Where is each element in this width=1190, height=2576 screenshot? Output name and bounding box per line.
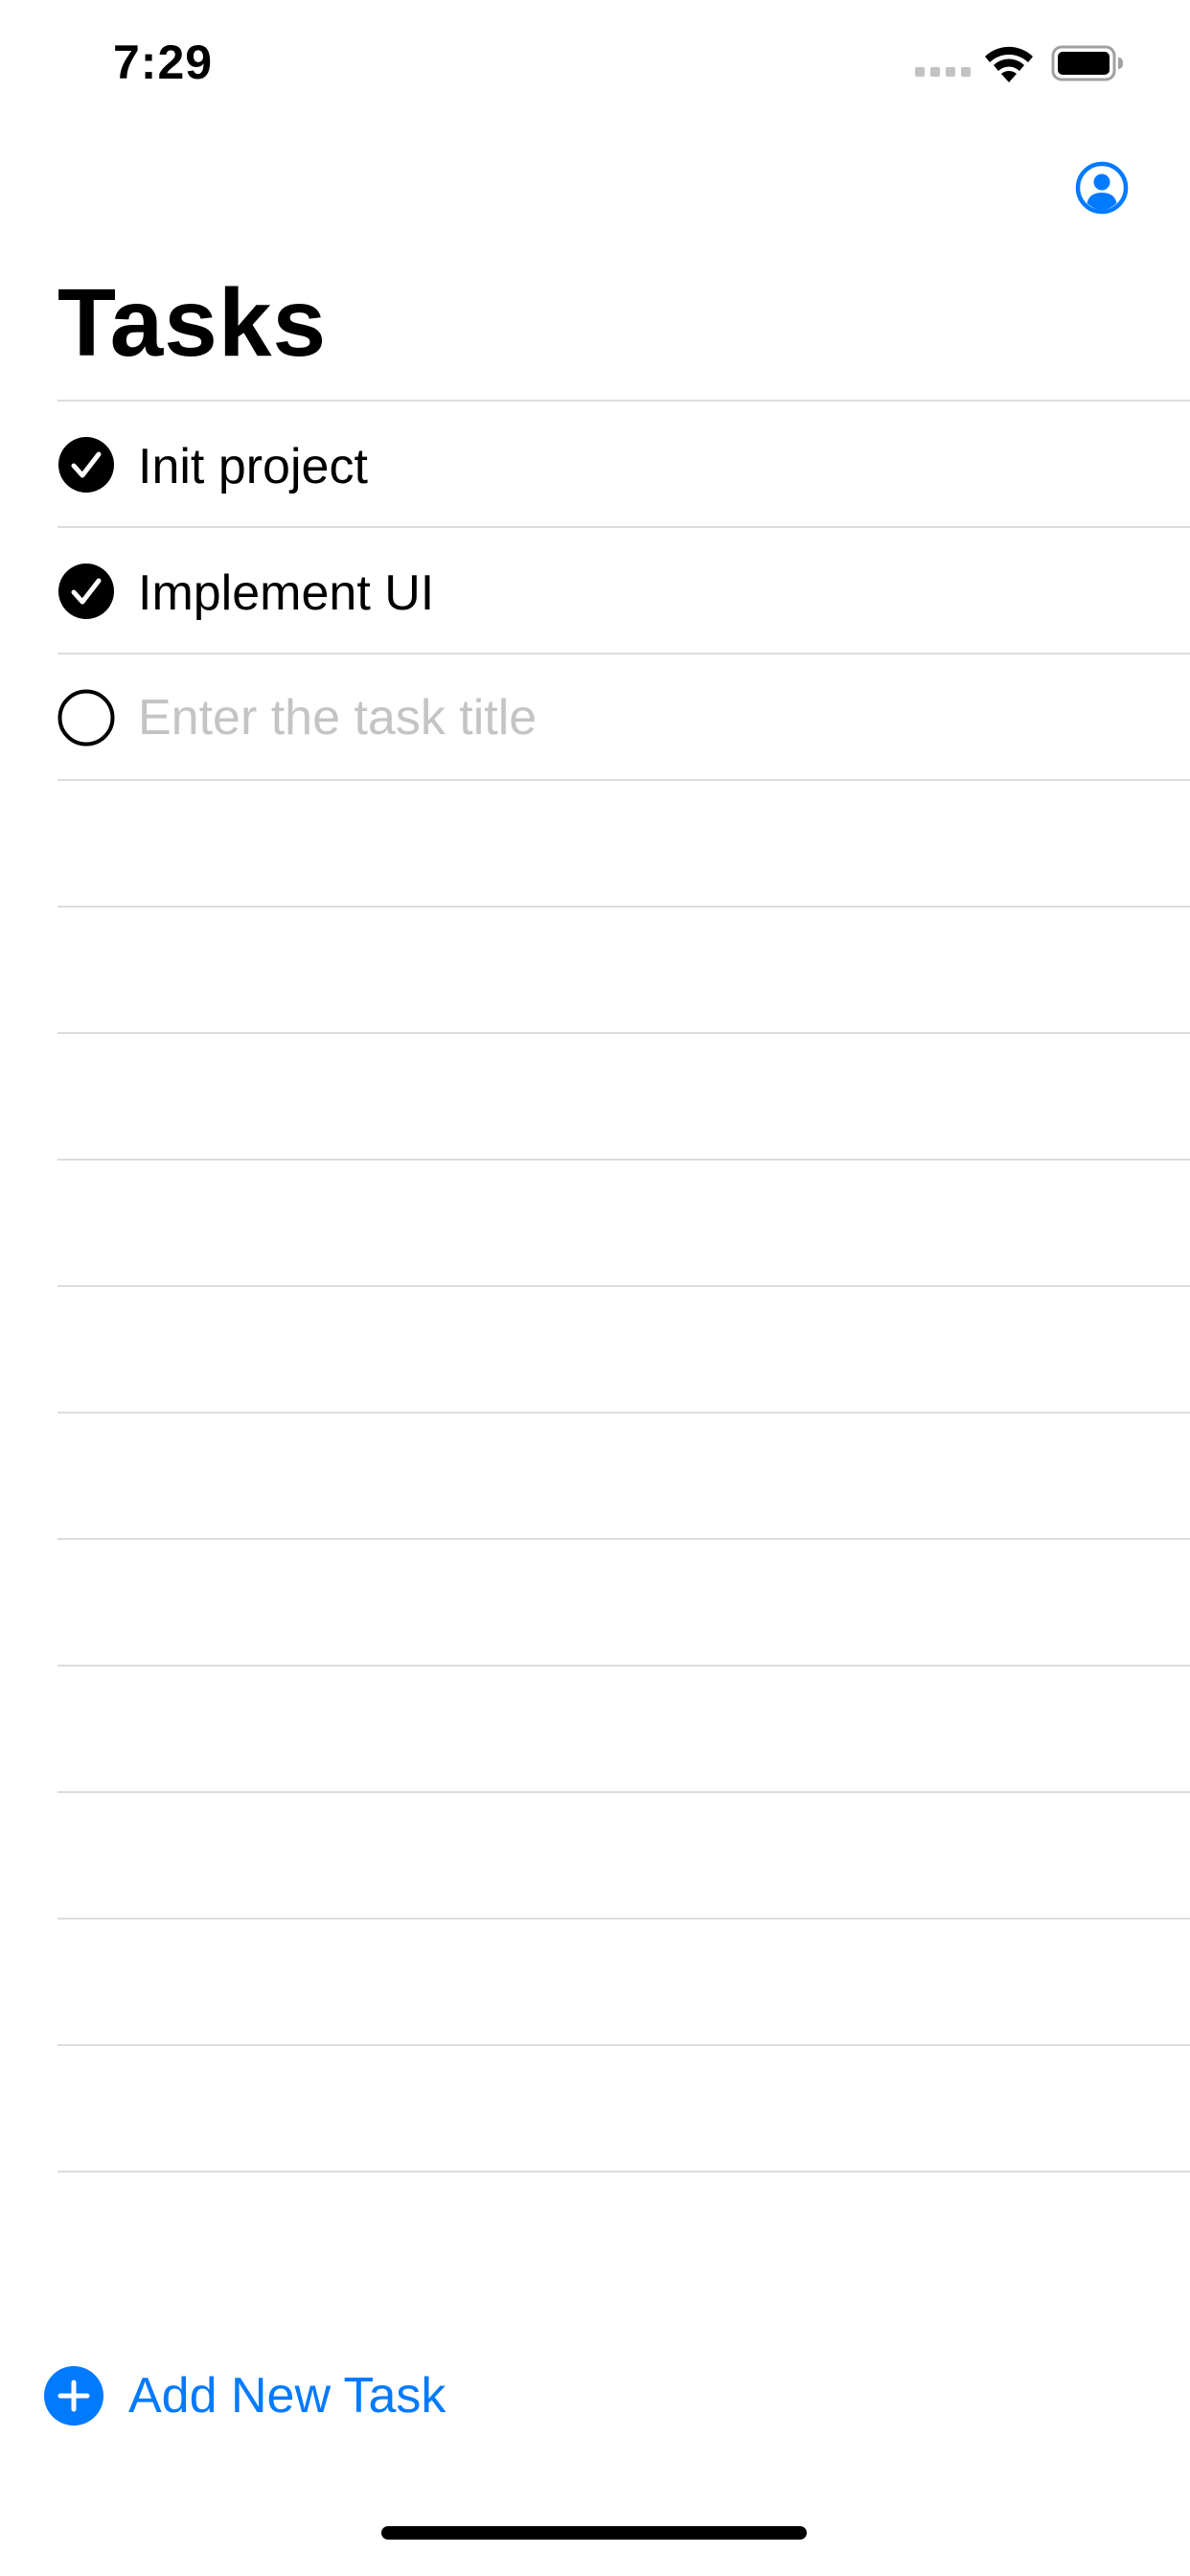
add-new-task-button[interactable]: Add New Task (44, 2365, 446, 2426)
empty-row (57, 1538, 1190, 1665)
status-bar: 7:29 (0, 0, 1190, 126)
empty-row (57, 1791, 1190, 1918)
task-row[interactable]: Implement UI (57, 526, 1190, 653)
empty-row (57, 779, 1190, 906)
empty-row (57, 1412, 1190, 1538)
empty-circle-icon[interactable] (57, 689, 115, 747)
checkmark-circle-filled-icon[interactable] (57, 563, 115, 620)
empty-row (57, 1918, 1190, 2044)
home-indicator (381, 2526, 807, 2540)
add-new-task-label: Add New Task (128, 2368, 446, 2424)
profile-button[interactable] (1075, 161, 1129, 215)
task-title-input[interactable] (138, 687, 1096, 748)
empty-row (57, 1032, 1190, 1159)
page-title: Tasks (57, 269, 328, 377)
task-row[interactable]: Init project (57, 400, 1190, 526)
person-circle-icon (1075, 161, 1129, 215)
plus-circle-icon (44, 2366, 103, 2426)
new-task-row[interactable] (57, 653, 1190, 779)
checkmark-circle-filled-icon[interactable] (57, 436, 115, 494)
signal-dots-icon (915, 67, 971, 77)
task-title[interactable]: Implement UI (138, 564, 434, 622)
wifi-icon (985, 46, 1033, 82)
empty-row (57, 1159, 1190, 1285)
task-list: Init project Implement UI (57, 400, 1190, 2173)
empty-row (57, 906, 1190, 1032)
empty-row (57, 1285, 1190, 1412)
status-time: 7:29 (113, 35, 214, 89)
empty-row (57, 1665, 1190, 1791)
empty-row (57, 2044, 1190, 2173)
battery-icon (1051, 45, 1123, 81)
task-title[interactable]: Init project (138, 438, 368, 495)
